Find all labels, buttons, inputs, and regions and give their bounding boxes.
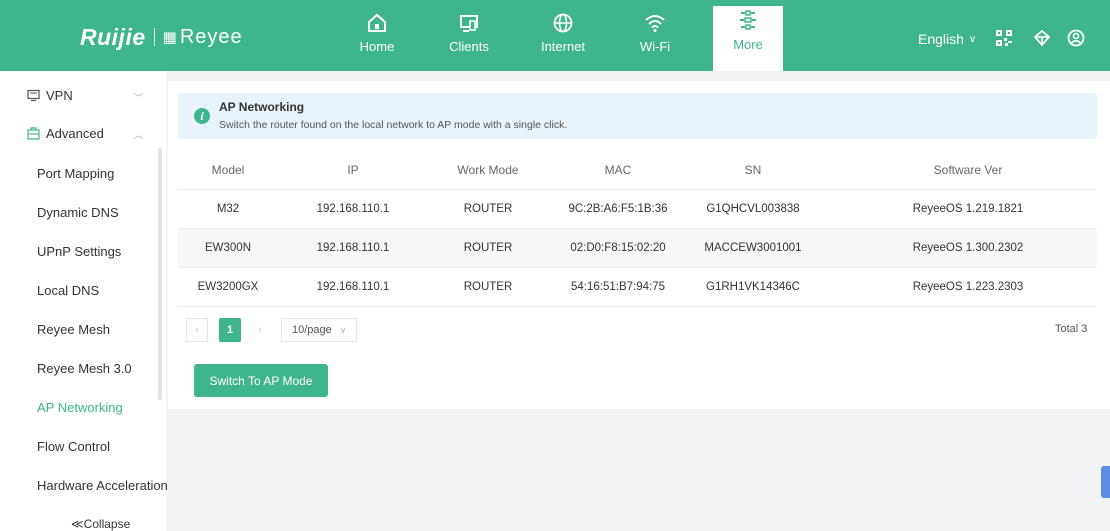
collapse-button[interactable]: ≪Collapse <box>71 517 130 531</box>
sidebar-item-local-dns[interactable]: Local DNS <box>37 283 99 298</box>
cell-mac: 02:D0:F8:15:02:20 <box>570 242 666 254</box>
nav-wifi-label: Wi-Fi <box>639 39 671 54</box>
nav-home-label: Home <box>359 39 395 54</box>
cell-ip: 192.168.110.1 <box>316 242 390 254</box>
nav-internet[interactable]: Internet <box>531 8 595 71</box>
column-header-work-mode: Work Mode <box>457 163 519 177</box>
nav-wifi[interactable]: Wi-Fi <box>623 8 687 71</box>
qrcode-icon[interactable] <box>993 27 1015 49</box>
column-header-mac: MAC <box>604 163 632 177</box>
chevron-up-icon: ︿ <box>134 130 144 140</box>
vpn-icon <box>26 89 40 103</box>
chevron-down-icon: ∨ <box>339 324 347 335</box>
nav-clients-label: Clients <box>449 39 489 54</box>
home-icon <box>366 8 388 34</box>
user-icon[interactable] <box>1065 27 1087 49</box>
page-size-value: 10/page <box>292 324 332 336</box>
sidebar-group-vpn[interactable]: VPN <box>26 88 73 103</box>
wifi-icon <box>644 8 666 34</box>
side-float-tab[interactable] <box>1101 466 1110 498</box>
cell-software-ver: ReyeeOS 1.300.2302 <box>912 242 1024 254</box>
cell-sn: G1RH1VK14346C <box>706 281 800 293</box>
nav-more-label: More <box>733 37 763 52</box>
logo-product-text: Reyee <box>179 25 243 48</box>
sidebar-item-reyee-mesh[interactable]: Reyee Mesh <box>37 322 110 337</box>
column-header-sn: SN <box>744 163 762 177</box>
nav-internet-label: Internet <box>540 39 586 54</box>
language-label: English <box>918 31 964 47</box>
table-row[interactable]: EW3200GX 192.168.110.1 ROUTER 54:16:51:B… <box>178 268 1097 307</box>
clients-icon <box>458 8 480 34</box>
prev-page-button[interactable]: ‹ <box>186 318 208 342</box>
nav-more[interactable]: More <box>713 6 783 71</box>
table-header: Model IP Work Mode MAC SN Software Ver <box>178 151 1097 190</box>
sidebar-item-port-mapping[interactable]: Port Mapping <box>37 166 114 181</box>
cell-model: EW300N <box>204 242 252 254</box>
chevron-left-icon: ‹ <box>195 324 199 336</box>
sidebar-item-reyee-mesh-3[interactable]: Reyee Mesh 3.0 <box>37 361 132 376</box>
sidebar-item-dynamic-dns[interactable]: Dynamic DNS <box>37 205 119 220</box>
table-row[interactable]: EW300N 192.168.110.1 ROUTER 02:D0:F8:15:… <box>178 229 1097 268</box>
column-header-ip: IP <box>347 163 359 177</box>
more-icon <box>736 6 760 32</box>
top-bar: Ruijie ▦ Reyee Home Clients Internet Wi-… <box>0 0 1110 71</box>
next-page-button[interactable]: › <box>249 318 271 342</box>
nav-home[interactable]: Home <box>345 8 409 71</box>
chevron-right-icon: › <box>258 324 262 336</box>
logo-brand: Ruijie <box>80 23 146 50</box>
sidebar-item-flow-control[interactable]: Flow Control <box>37 439 110 454</box>
nav-clients[interactable]: Clients <box>437 8 501 71</box>
cell-ip: 192.168.110.1 <box>316 203 390 215</box>
sidebar-item-hardware-acceleration[interactable]: Hardware Acceleration <box>37 478 168 493</box>
page-number-button[interactable]: 1 <box>219 318 241 342</box>
logo-separator <box>153 28 155 46</box>
page-size-select[interactable]: 10/page ∨ <box>281 318 357 342</box>
column-header-model: Model <box>211 163 245 177</box>
cell-ip: 192.168.110.1 <box>316 281 390 293</box>
cell-work-mode: ROUTER <box>463 281 513 293</box>
cell-sn: MACCEW3001001 <box>704 242 802 254</box>
language-selector[interactable]: English ∨ <box>918 31 976 47</box>
cell-mac: 9C:2B:A6:F5:1B:36 <box>568 203 668 215</box>
switch-to-ap-mode-button[interactable]: Switch To AP Mode <box>194 364 328 397</box>
cell-software-ver: ReyeeOS 1.219.1821 <box>912 203 1024 215</box>
sidebar-item-upnp-settings[interactable]: UPnP Settings <box>37 244 121 259</box>
info-banner: i AP Networking Switch the router found … <box>178 93 1097 139</box>
cell-mac: 54:16:51:B7:94:75 <box>571 281 665 293</box>
total-count: Total 3 <box>1055 323 1088 335</box>
cell-work-mode: ROUTER <box>463 242 513 254</box>
globe-icon <box>552 8 574 34</box>
sidebar-group-advanced-label: Advanced <box>46 126 104 141</box>
logo-product: ▦ Reyee <box>163 26 243 49</box>
cell-software-ver: ReyeeOS 1.223.2303 <box>912 281 1024 293</box>
info-icon: i <box>194 108 210 124</box>
table-row[interactable]: M32 192.168.110.1 ROUTER 9C:2B:A6:F5:1B:… <box>178 190 1097 229</box>
column-header-software-ver: Software Ver <box>933 163 1003 177</box>
cell-sn: G1QHCVL003838 <box>706 203 800 215</box>
sidebar-scrollbar[interactable] <box>158 148 162 400</box>
reyee-mark-icon: ▦ <box>162 29 178 46</box>
sidebar-item-ap-networking[interactable]: AP Networking <box>37 400 123 415</box>
chevron-down-icon: ﹀ <box>134 93 144 103</box>
brand-logo[interactable]: Ruijie ▦ Reyee <box>80 22 243 52</box>
cell-work-mode: ROUTER <box>463 203 513 215</box>
info-description: Switch the router found on the local net… <box>219 119 568 131</box>
advanced-icon <box>26 127 40 141</box>
ap-table: Model IP Work Mode MAC SN Software Ver M… <box>178 151 1097 307</box>
cell-model: EW3200GX <box>197 281 259 293</box>
network-icon[interactable] <box>1031 27 1053 49</box>
sidebar-group-advanced[interactable]: Advanced <box>26 126 104 141</box>
cell-model: M32 <box>216 203 240 215</box>
sidebar-group-vpn-label: VPN <box>46 88 73 103</box>
info-title: AP Networking <box>219 100 305 114</box>
chevron-down-icon: ∨ <box>968 33 977 45</box>
